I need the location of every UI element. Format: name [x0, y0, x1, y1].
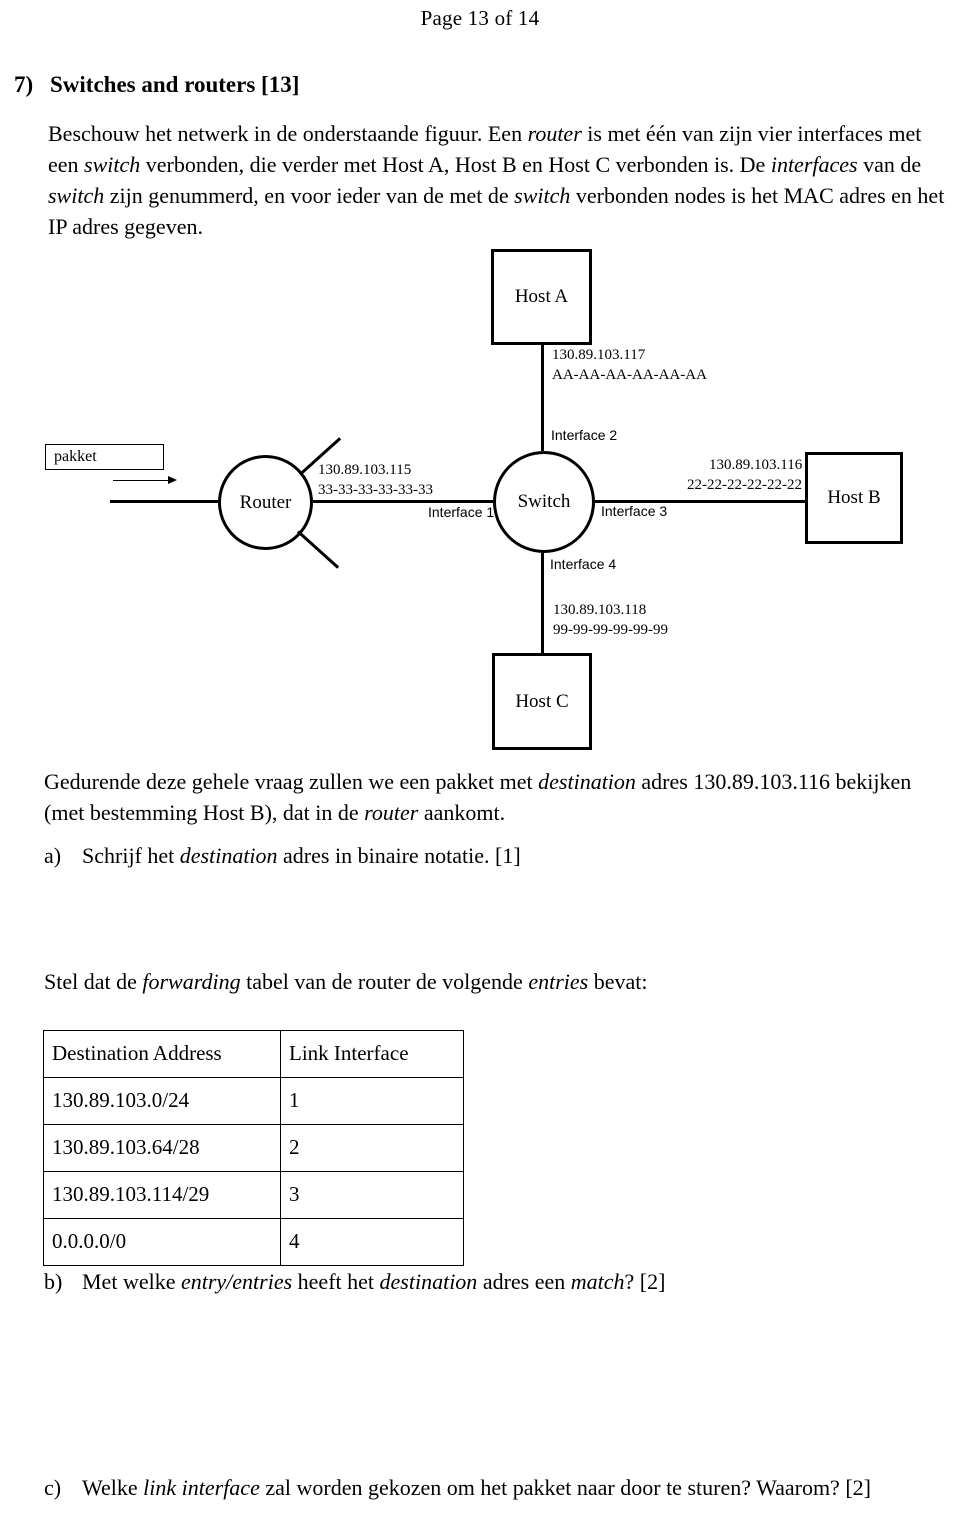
packet-arrow-head	[168, 476, 177, 484]
host-c-label: Host C	[515, 690, 569, 712]
interface-3-label: Interface 3	[601, 502, 667, 521]
item-c-text: Welke link interface zal worden gekozen …	[82, 1475, 871, 1500]
table-row: 130.89.103.0/24 1	[43, 1077, 464, 1125]
router-label: Router	[239, 491, 292, 513]
host-a-mac-label: AA-AA-AA-AA-AA-AA	[552, 366, 707, 385]
question-intro-paragraph: Beschouw het netwerk in de onderstaande …	[48, 121, 945, 239]
table-row: 0.0.0.0/0 4	[43, 1218, 464, 1266]
item-c-marker: c)	[44, 1475, 62, 1500]
question-item-a: a) Schrijf het destination adres in binai…	[44, 840, 949, 871]
cell-destination-address: 0.0.0.0/0	[43, 1218, 281, 1266]
host-a-ip-text: 130.89.103.117	[552, 347, 646, 363]
switch-node: Switch	[493, 451, 595, 553]
item-b-text: Met welke entry/entries heeft het destin…	[82, 1269, 666, 1294]
packet-box: pakket	[45, 444, 164, 470]
interface-3-text: Interface 3	[601, 503, 668, 519]
column-header-destination-address: Destination Address	[43, 1030, 281, 1078]
column-header-link-interface: Link Interface	[280, 1030, 464, 1078]
host-c-mac-label: 99-99-99-99-99-99	[553, 621, 668, 640]
cell-link-interface: 2	[280, 1124, 464, 1172]
router-stub-lower	[296, 530, 340, 569]
interface-1-label: Interface 1	[428, 503, 494, 522]
question-title: Switches and routers [13]	[50, 72, 300, 97]
router-node: Router	[218, 455, 313, 550]
link-host-a-switch	[541, 345, 544, 451]
host-a-box: Host A	[491, 249, 592, 345]
item-b-marker: b)	[44, 1269, 63, 1294]
cell-destination-address: 130.89.103.64/28	[43, 1124, 281, 1172]
host-c-ip-label: 130.89.103.118	[553, 601, 646, 620]
table-row: 130.89.103.64/28 2	[43, 1124, 464, 1172]
link-incoming-router	[110, 500, 222, 503]
packet-label: pakket	[54, 448, 97, 465]
host-a-label: Host A	[514, 286, 569, 307]
interface-2-label: Interface 2	[551, 426, 617, 445]
network-diagram: Host A 130.89.103.117 AA-AA-AA-AA-AA-AA …	[0, 230, 960, 770]
forwarding-table: Destination Address Link Interface 130.8…	[43, 1030, 464, 1266]
cell-destination-address: 130.89.103.0/24	[43, 1077, 281, 1125]
item-a-marker: a)	[44, 843, 62, 868]
interface-1-text: Interface 1	[428, 504, 495, 520]
packet-description-paragraph: Gedurende deze gehele vraag zullen we ee…	[44, 769, 912, 825]
question-item-c: c) Welke link interface zal worden gekoze…	[44, 1472, 959, 1503]
router-ip-text: 130.89.103.115	[318, 462, 412, 478]
host-c-ip-text: 130.89.103.118	[553, 602, 647, 618]
packet-arrow-shaft	[113, 480, 170, 481]
interface-4-text: Interface 4	[550, 556, 617, 572]
table-header-row: Destination Address Link Interface	[43, 1030, 464, 1078]
host-c-box: Host C	[492, 653, 592, 750]
router-ip-label: 130.89.103.115	[318, 461, 411, 480]
host-b-mac-text: 22-22-22-22-22-22	[687, 477, 802, 493]
host-a-ip-label: 130.89.103.117	[552, 346, 645, 365]
cell-link-interface: 4	[280, 1218, 464, 1266]
switch-label: Switch	[517, 491, 571, 512]
host-b-label: Host B	[827, 487, 881, 508]
question-heading: 7) Switches and routers [13]	[14, 72, 914, 98]
cell-link-interface: 1	[280, 1077, 464, 1125]
page-number-header: Page 13 of 14	[420, 6, 540, 30]
document-page: Page 13 of 14 7) Switches and routers [13…	[0, 0, 960, 1540]
cell-link-interface: 3	[280, 1171, 464, 1219]
host-b-ip-label: 130.89.103.116	[709, 456, 802, 475]
cell-destination-address: 130.89.103.114/29	[43, 1171, 281, 1219]
host-b-mac-label: 22-22-22-22-22-22	[687, 476, 802, 495]
item-a-text: Schrijf het destination adres in binaire…	[82, 843, 521, 868]
interface-2-text: Interface 2	[551, 427, 618, 443]
host-a-mac-text: AA-AA-AA-AA-AA-AA	[552, 367, 707, 383]
interface-4-label: Interface 4	[550, 555, 616, 574]
router-mac-label: 33-33-33-33-33-33	[318, 481, 433, 500]
table-row: 130.89.103.114/29 3	[43, 1171, 464, 1219]
forwarding-table-intro: Stel dat de forwarding tabel van de rout…	[44, 969, 648, 994]
link-switch-host-c	[541, 550, 544, 655]
host-b-ip-text: 130.89.103.116	[709, 457, 803, 473]
question-number: 7)	[14, 72, 34, 97]
router-mac-text: 33-33-33-33-33-33	[318, 482, 433, 498]
question-item-b: b) Met welke entry/entries heeft het dest…	[44, 1266, 949, 1297]
host-b-box: Host B	[805, 452, 903, 544]
host-c-mac-text: 99-99-99-99-99-99	[553, 622, 668, 638]
